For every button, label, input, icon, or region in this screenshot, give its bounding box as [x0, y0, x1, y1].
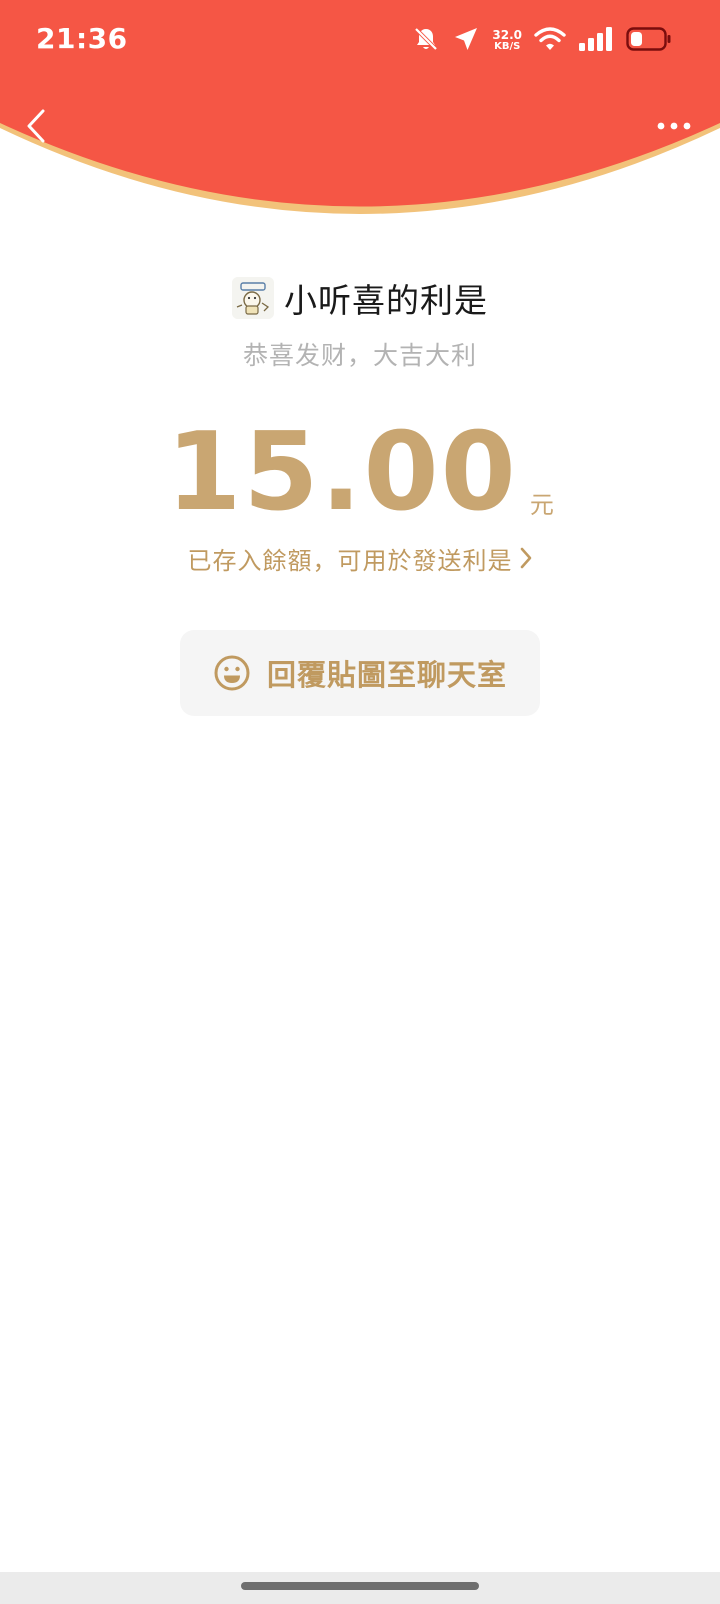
back-button[interactable] — [16, 102, 56, 150]
net-speed-value: 32.0 — [492, 28, 522, 42]
net-speed: 32.0 KB/S — [492, 28, 522, 52]
amount-row: 15.00 元 — [0, 408, 720, 528]
reply-sticker-button[interactable]: 回覆貼圖至聊天室 — [180, 630, 540, 716]
home-indicator[interactable] — [241, 1582, 479, 1590]
sender-name: 小听喜的利是 — [284, 281, 488, 320]
battery-icon — [626, 27, 672, 55]
reply-sticker-label: 回覆貼圖至聊天室 — [266, 658, 507, 692]
smiley-icon — [214, 655, 250, 691]
blessing-message: 恭喜发财，大吉大利 — [242, 341, 477, 370]
nav-bar — [0, 96, 720, 156]
net-speed-unit: KB/S — [494, 41, 521, 52]
wifi-icon — [534, 26, 566, 56]
packet-amount: 15.00 — [166, 410, 518, 535]
more-options-button[interactable] — [650, 106, 698, 146]
balance-link[interactable]: 已存入餘額，可用於發送利是 — [0, 540, 720, 576]
signal-icon — [578, 27, 614, 55]
status-bar: 21:36 32.0 KB/S — [0, 0, 720, 84]
location-arrow-icon — [452, 25, 480, 57]
balance-link-text: 已存入餘額，可用於發送利是 — [187, 546, 513, 575]
sender-row: 小听喜的利是 — [0, 272, 720, 324]
chevron-right-icon — [520, 547, 531, 569]
status-icons: 32.0 KB/S — [412, 24, 672, 58]
bell-muted-icon — [412, 25, 440, 57]
red-packet-detail-screen: 21:36 32.0 KB/S 小听喜的利是 恭喜发财，大吉大利 15.00 元… — [0, 0, 720, 1604]
system-nav-bar — [0, 1572, 720, 1604]
status-time: 21:36 — [36, 22, 128, 55]
chevron-left-icon — [27, 109, 45, 143]
amount-unit: 元 — [529, 491, 554, 519]
more-dots-icon — [657, 122, 691, 130]
sender-avatar[interactable] — [232, 277, 274, 319]
